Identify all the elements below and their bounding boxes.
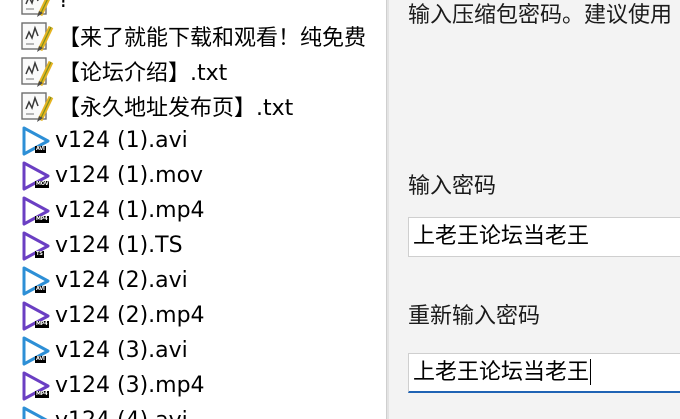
file-name-label: v124 (1).mov	[55, 163, 204, 188]
file-list-item[interactable]: MP4 v124 (1).mp4	[0, 193, 386, 228]
video-file-icon: MP4	[20, 299, 54, 333]
video-file-icon: AVI	[20, 334, 54, 368]
file-list-item[interactable]: MP4 v124 (3).mp4	[0, 368, 386, 403]
file-name-label: v124 (3).avi	[55, 338, 188, 363]
file-name-label: v124 (1).mp4	[55, 198, 205, 223]
file-list-item[interactable]: TS v124 (1).TS	[0, 228, 386, 263]
file-name-label: ?	[58, 0, 70, 13]
file-name-label: 【永久地址发布页】.txt	[58, 95, 294, 121]
file-type-badge: AVI	[35, 145, 46, 153]
file-list-panel: ? 【来了就能下载和观看！纯免费 【论坛介绍】.txt 【永久地址发布页】.txt AV…	[0, 0, 386, 419]
confirm-password-input[interactable]: 上老王论坛当老王	[408, 353, 680, 393]
file-list-item[interactable]: MOV v124 (1).mov	[0, 158, 386, 193]
text-file-icon	[20, 19, 54, 53]
file-name-label: v124 (1).TS	[55, 233, 183, 258]
password-input-value: 上老王论坛当老王	[413, 224, 590, 249]
password-hint-text: 输入压缩包密码。建议使用	[408, 3, 673, 28]
video-file-icon: MOV	[20, 159, 54, 193]
text-file-icon	[20, 89, 54, 123]
password-input[interactable]: 上老王论坛当老王	[408, 217, 680, 257]
file-type-badge: MP4	[35, 390, 49, 398]
file-list: ? 【来了就能下载和观看！纯免费 【论坛介绍】.txt 【永久地址发布页】.txt AV…	[0, 0, 386, 419]
file-type-badge: MOV	[35, 180, 50, 188]
file-type-badge: AVI	[35, 285, 46, 293]
file-list-item[interactable]: AVIv124 (4).avi	[0, 403, 386, 419]
video-file-icon: AVI	[20, 124, 54, 158]
confirm-password-label: 重新输入密码	[408, 304, 541, 329]
password-label: 输入密码	[408, 174, 497, 199]
video-file-icon: AVI	[20, 264, 54, 298]
file-list-item[interactable]: AVI v124 (1).avi	[0, 123, 386, 158]
file-list-item[interactable]: AVI v124 (3).avi	[0, 333, 386, 368]
password-panel: 输入压缩包密码。建议使用 输入密码 上老王论坛当老王 重新输入密码 上老王论坛当…	[389, 0, 680, 419]
file-name-label: 【来了就能下载和观看！纯免费	[58, 25, 367, 51]
file-type-badge: MP4	[35, 215, 49, 223]
file-name-label: v124 (2).avi	[55, 268, 188, 293]
file-name-label: v124 (1).avi	[55, 128, 188, 153]
video-file-icon: MP4	[20, 194, 54, 228]
confirm-password-input-value: 上老王论坛当老王	[413, 360, 590, 385]
file-name-label: v124 (4).avi	[55, 408, 188, 419]
video-file-icon: AVI	[20, 404, 54, 419]
text-caret	[590, 358, 592, 385]
video-file-icon: MP4	[20, 369, 54, 403]
file-name-label: 【论坛介绍】.txt	[58, 60, 228, 86]
file-type-badge: MP4	[35, 320, 49, 328]
file-name-label: v124 (2).mp4	[55, 303, 205, 328]
file-list-item[interactable]: 【永久地址发布页】.txt	[0, 88, 386, 123]
file-name-label: v124 (3).mp4	[55, 373, 205, 398]
file-list-item[interactable]: 【来了就能下载和观看！纯免费	[0, 18, 386, 53]
file-list-item[interactable]: AVI v124 (2).avi	[0, 263, 386, 298]
file-type-badge: AVI	[35, 355, 46, 363]
file-list-item[interactable]: 【论坛介绍】.txt	[0, 53, 386, 88]
file-type-badge: TS	[35, 250, 44, 258]
file-list-item[interactable]: ?	[0, 0, 386, 18]
text-file-icon	[20, 54, 54, 88]
text-file-icon	[20, 0, 54, 18]
file-list-item[interactable]: MP4 v124 (2).mp4	[0, 298, 386, 333]
video-file-icon: TS	[20, 229, 54, 263]
